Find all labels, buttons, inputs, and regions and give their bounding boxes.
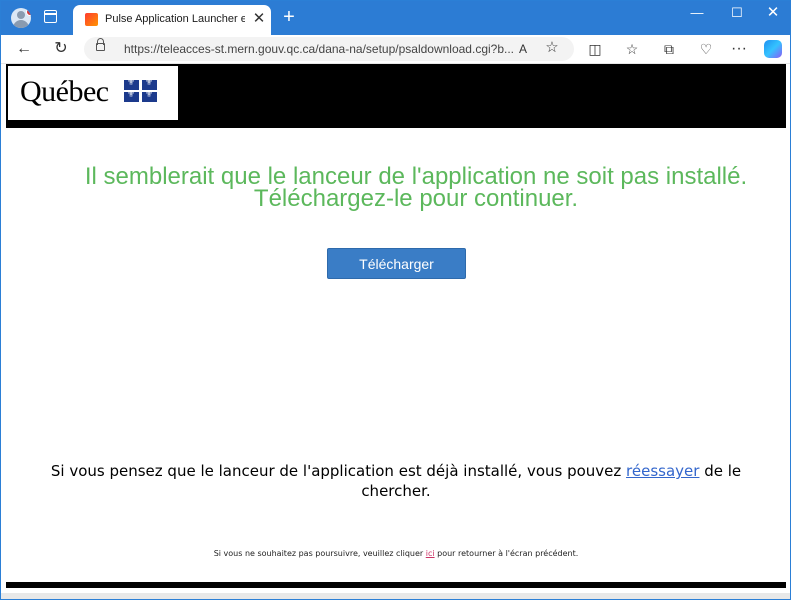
download-button[interactable]: Télécharger: [327, 248, 466, 279]
tab-close-icon[interactable]: ✕: [251, 10, 267, 28]
split-screen-icon[interactable]: ◫: [584, 38, 606, 60]
url-text[interactable]: https://teleacces-st.mern.gouv.qc.ca/dan…: [124, 42, 514, 56]
title-bar: Pulse Application Launcher est in ✕ + — …: [1, 1, 790, 35]
tab-pulse-launcher[interactable]: Pulse Application Launcher est in ✕: [73, 5, 271, 35]
address-bar[interactable]: https://teleacces-st.mern.gouv.qc.ca/dan…: [84, 37, 574, 61]
back-icon[interactable]: ←: [13, 38, 35, 60]
copilot-icon[interactable]: [764, 40, 782, 58]
heading-line-2: Téléchargez-le pour continuer.: [253, 185, 579, 212]
minimize-button[interactable]: —: [677, 1, 717, 27]
retry-link[interactable]: réessayer: [626, 462, 699, 480]
profile-icon[interactable]: [11, 8, 31, 28]
address-toolbar: ← ↻ https://teleacces-st.mern.gouv.qc.ca…: [1, 35, 790, 64]
quebec-flag-icon: [124, 78, 158, 102]
more-icon[interactable]: ···: [728, 38, 750, 60]
back-link[interactable]: ici: [426, 549, 435, 558]
favorite-star-icon[interactable]: ☆: [543, 39, 561, 57]
read-aloud-icon[interactable]: A: [514, 40, 532, 58]
browser-window: Pulse Application Launcher est in ✕ + — …: [0, 0, 791, 600]
banner-divider: [6, 124, 786, 128]
close-window-button[interactable]: ✕: [753, 1, 790, 27]
footer-bar: [6, 582, 786, 588]
lock-icon[interactable]: [96, 38, 105, 51]
favicon-icon: [85, 13, 98, 26]
page-heading: Il semblerait que le lanceur de l'applic…: [66, 165, 766, 212]
footer-text-before: Si vous ne souhaitez pas poursuivre, veu…: [213, 549, 426, 558]
browser-essentials-icon[interactable]: ♡: [695, 38, 717, 60]
favorites-icon[interactable]: ☆: [621, 38, 643, 60]
collections-icon[interactable]: ⧉: [658, 38, 680, 60]
maximize-button[interactable]: ☐: [717, 1, 757, 27]
logo-text: Québec: [20, 75, 109, 108]
retry-message: Si vous pensez que le lanceur de l'appli…: [46, 461, 746, 501]
window-bottom-strip: [1, 593, 790, 599]
tab-actions-icon[interactable]: [44, 10, 57, 23]
footer-message: Si vous ne souhaitez pas poursuivre, veu…: [46, 549, 746, 558]
refresh-icon[interactable]: ↻: [50, 38, 72, 60]
footer-text-after: pour retourner à l'écran précédent.: [434, 549, 579, 558]
page-content: Québec Il semblerait que le lanceur de l…: [6, 64, 786, 599]
retry-text-before: Si vous pensez que le lanceur de l'appli…: [50, 462, 627, 480]
new-tab-button[interactable]: +: [280, 7, 298, 27]
tab-title: Pulse Application Launcher est in: [105, 13, 245, 25]
quebec-logo: Québec: [8, 66, 178, 120]
header-banner: Québec: [6, 64, 786, 124]
